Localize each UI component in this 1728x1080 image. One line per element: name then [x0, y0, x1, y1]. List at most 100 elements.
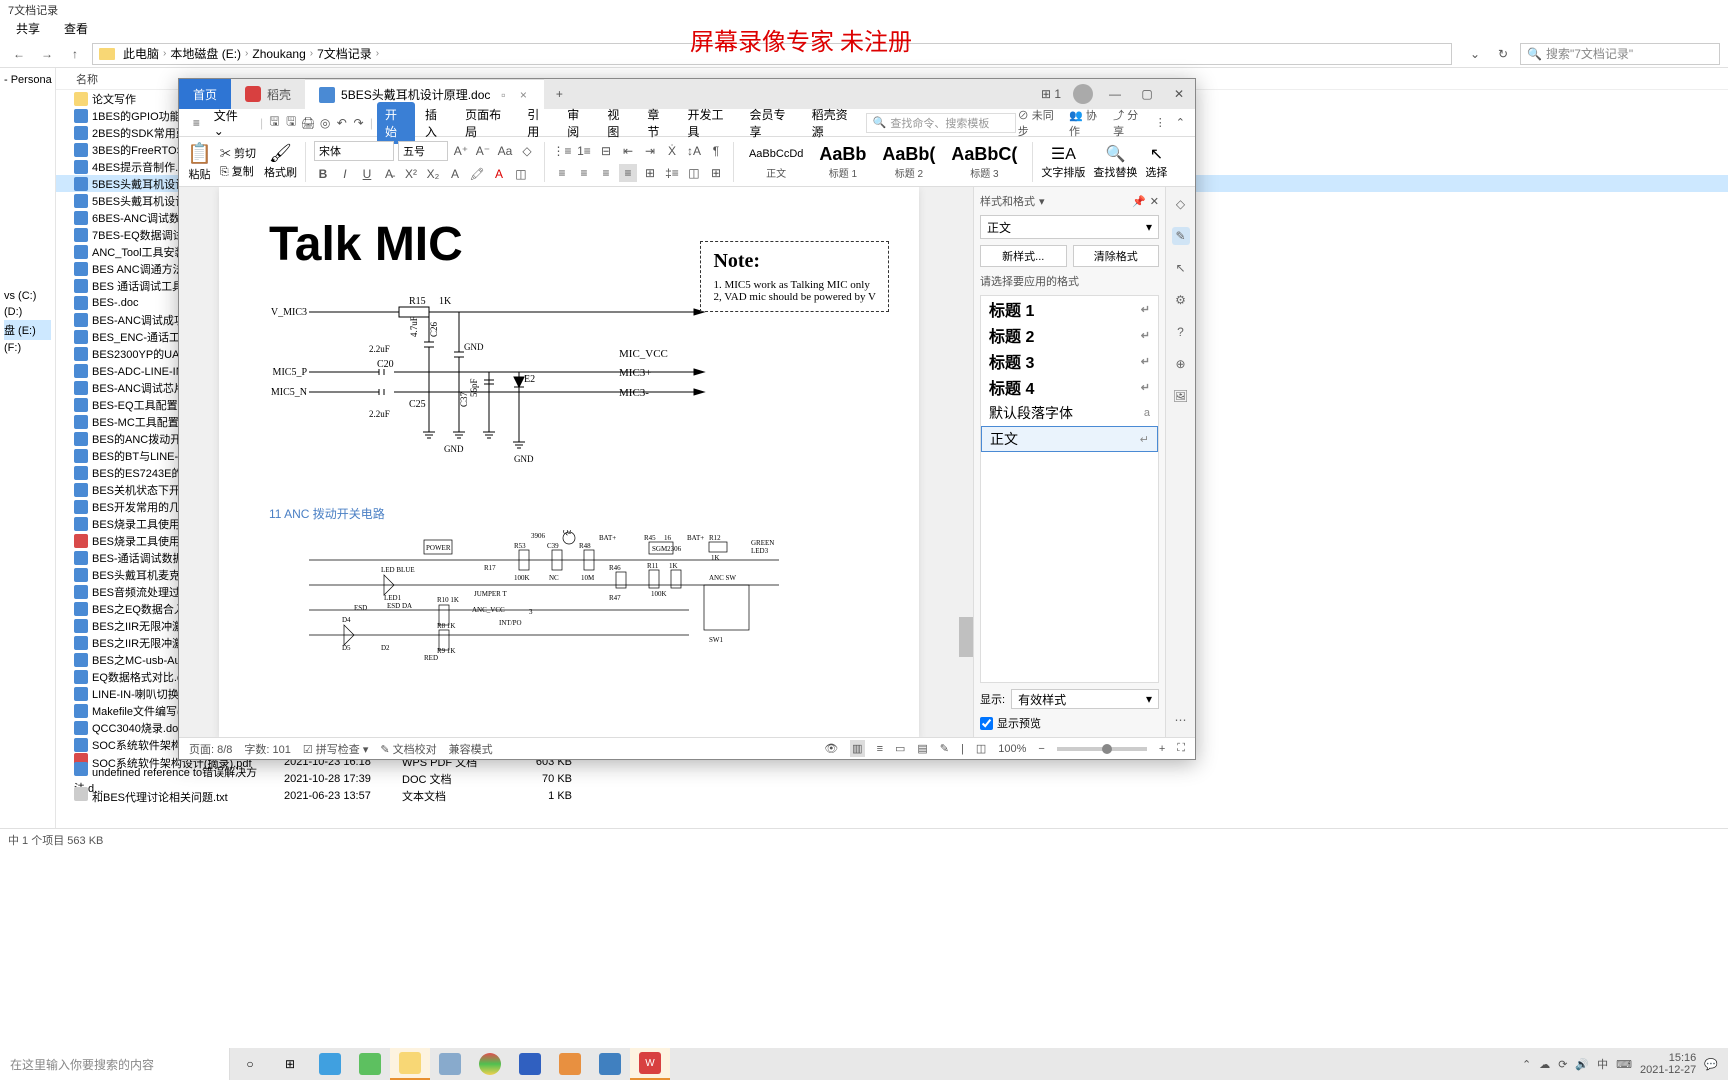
task-photos-icon[interactable]	[590, 1048, 630, 1080]
align-justify-icon[interactable]: ≡	[619, 164, 637, 182]
more-icon[interactable]: ⋮	[1155, 116, 1166, 129]
side-image-icon[interactable]: 🖼	[1172, 387, 1190, 405]
vertical-scrollbar[interactable]	[959, 187, 973, 737]
close-icon[interactable]: ✕	[1163, 79, 1195, 109]
tree-item[interactable]: vs (C:)	[4, 288, 51, 304]
print-icon[interactable]: 🖨	[301, 115, 316, 131]
word-count[interactable]: 字数: 101	[244, 741, 290, 757]
select-button[interactable]: ↖选择	[1145, 144, 1167, 180]
style-list-item[interactable]: 标题 1↵	[981, 296, 1158, 322]
preview-icon[interactable]: ◎	[318, 115, 333, 131]
align-center-icon[interactable]: ≡	[575, 164, 593, 182]
tray-volume-icon[interactable]: 🔊	[1575, 1058, 1589, 1071]
bullets-icon[interactable]: ⋮≡	[553, 142, 571, 160]
strike-icon[interactable]: A̵	[380, 165, 398, 183]
font-color-icon[interactable]: A	[490, 165, 508, 183]
sort-icon[interactable]: Ẋ	[663, 142, 681, 160]
side-help-icon[interactable]: ?	[1172, 323, 1190, 341]
task-wechat-icon[interactable]	[350, 1048, 390, 1080]
task-app2-icon[interactable]	[550, 1048, 590, 1080]
format-painter[interactable]: 🖌格式刷	[264, 143, 297, 180]
command-search[interactable]: 🔍查找命令、搜索模板	[866, 113, 1016, 133]
task-chrome-icon[interactable]	[470, 1048, 510, 1080]
fullscreen-icon[interactable]: ⛶	[1177, 742, 1185, 755]
tray-ime[interactable]: 中	[1597, 1056, 1608, 1072]
view-draft-icon[interactable]: ✎	[940, 742, 949, 755]
minimize-icon[interactable]: —	[1099, 79, 1131, 109]
style-preset[interactable]: AaBb标题 1	[812, 140, 873, 183]
hamburger-icon[interactable]: ≡	[189, 115, 204, 131]
menu-view[interactable]: 查看	[64, 20, 88, 38]
typeset-button[interactable]: ☰A文字排版	[1041, 144, 1085, 180]
share-button[interactable]: ⤴ 分享	[1113, 107, 1145, 139]
cut-button[interactable]: ✂ 剪切	[220, 145, 256, 161]
style-list-item[interactable]: 标题 3↵	[981, 348, 1158, 374]
superscript-icon[interactable]: X²	[402, 165, 420, 183]
nav-back-icon[interactable]: ←	[8, 43, 30, 65]
view-page-icon[interactable]: ▥	[850, 740, 864, 757]
outline-icon[interactable]: ⊟	[597, 142, 615, 160]
zoom-in-icon[interactable]: +	[1159, 743, 1165, 755]
grid-icon[interactable]: ⊞ 1	[1035, 79, 1067, 109]
save-icon[interactable]: 🖫	[267, 115, 282, 131]
task-app-icon[interactable]	[430, 1048, 470, 1080]
maximize-icon[interactable]: ▢	[1131, 79, 1163, 109]
tree-item[interactable]: (D:)	[4, 304, 51, 320]
style-preset[interactable]: AaBb(标题 2	[875, 140, 942, 183]
clear-format-button[interactable]: 清除格式	[1073, 245, 1160, 267]
side-gear-icon[interactable]: ⚙	[1172, 291, 1190, 309]
tree-item[interactable]: - Persona	[4, 72, 51, 88]
proofread[interactable]: ✎ 文档校对	[380, 741, 436, 757]
nav-fwd-icon[interactable]: →	[36, 43, 58, 65]
refresh-icon[interactable]: ↻	[1492, 43, 1514, 65]
tray-sync-icon[interactable]: ⟳	[1558, 1058, 1567, 1071]
tray-notifications-icon[interactable]: 💬	[1704, 1058, 1718, 1071]
view-web-icon[interactable]: ▤	[917, 742, 927, 755]
copy-button[interactable]: ⎘ 复制	[220, 163, 256, 179]
tray-clock[interactable]: 15:162021-12-27	[1640, 1052, 1696, 1076]
style-list-item[interactable]: 标题 2↵	[981, 322, 1158, 348]
borders-icon[interactable]: ⊞	[707, 164, 725, 182]
preview-checkbox[interactable]: 显示预览	[980, 715, 1159, 731]
style-preset[interactable]: AaBbC(标题 3	[944, 140, 1024, 183]
view-outline-icon[interactable]: ≡	[877, 743, 883, 755]
explorer-search[interactable]: 🔍 搜索"7文档记录"	[1520, 43, 1720, 65]
spell-check[interactable]: ☑ 拼写检查 ▾	[303, 741, 369, 757]
crumb-2[interactable]: Zhoukang	[252, 47, 305, 61]
zoom-slider[interactable]	[1057, 747, 1147, 751]
indent-icon[interactable]: ⇥	[641, 142, 659, 160]
task-wps-icon[interactable]: W	[630, 1048, 670, 1080]
subscript-icon[interactable]: X₂	[424, 165, 442, 183]
numbering-icon[interactable]: 1≡	[575, 142, 593, 160]
paste-button[interactable]: 📋粘贴	[187, 141, 212, 182]
avatar[interactable]	[1067, 79, 1099, 109]
task-edge-icon[interactable]	[310, 1048, 350, 1080]
highlight-icon[interactable]: 🖍	[468, 165, 486, 183]
task-explorer-icon[interactable]	[390, 1048, 430, 1080]
grow-font-icon[interactable]: A⁺	[452, 142, 470, 160]
tree-item[interactable]: (F:)	[4, 340, 51, 356]
style-list-item[interactable]: 正文↵	[981, 426, 1158, 452]
italic-icon[interactable]: I	[336, 165, 354, 183]
zoom-level[interactable]: 100%	[998, 743, 1026, 755]
task-view-icon[interactable]: ⊞	[270, 1048, 310, 1080]
underline-icon[interactable]: U	[358, 165, 376, 183]
task-terminal-icon[interactable]	[510, 1048, 550, 1080]
view-eye-icon[interactable]: 👁	[824, 742, 838, 755]
tree-item[interactable]: 盘 (E:)	[4, 320, 51, 340]
document-area[interactable]: Talk MIC Note: 1. MIC5 work as Talking M…	[179, 187, 959, 737]
sort2-icon[interactable]: ↕A	[685, 142, 703, 160]
col-name[interactable]: 名称	[76, 71, 98, 87]
case-icon[interactable]: Aa	[496, 142, 514, 160]
side-cursor-icon[interactable]: ↖	[1172, 259, 1190, 277]
task-cortana-icon[interactable]: ○	[230, 1048, 270, 1080]
chevron-icon[interactable]: ⌃	[1176, 116, 1185, 129]
font-name[interactable]	[314, 141, 394, 161]
new-style-button[interactable]: 新样式...	[980, 245, 1067, 267]
align-right-icon[interactable]: ≡	[597, 164, 615, 182]
show-combo[interactable]: 有效样式▾	[1011, 689, 1159, 709]
side-pen-icon[interactable]: ✎	[1172, 227, 1190, 245]
crumb-3[interactable]: 7文档记录	[317, 45, 372, 62]
align-left-icon[interactable]: ≡	[553, 164, 571, 182]
page-status[interactable]: 页面: 8/8	[189, 741, 232, 757]
